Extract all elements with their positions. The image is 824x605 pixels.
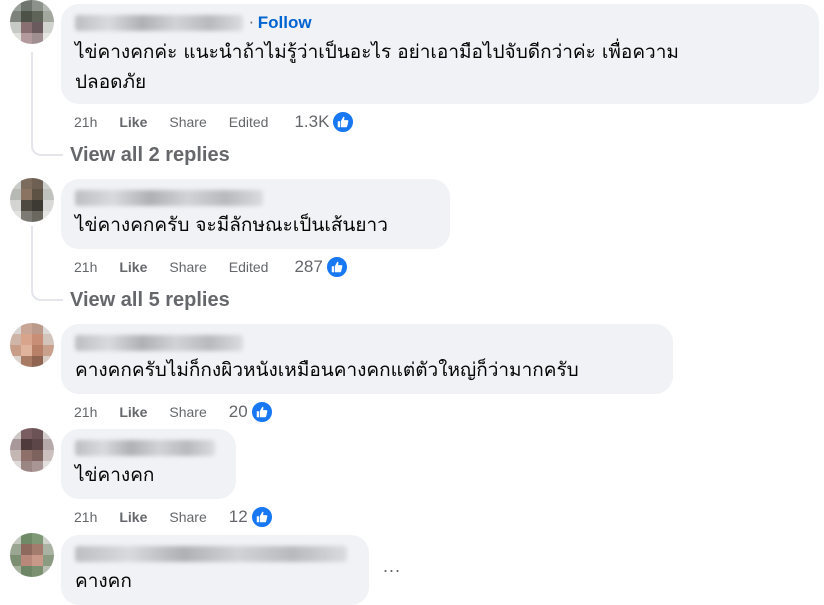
comment-text-line: คางคก bbox=[75, 570, 132, 592]
comment-header: · Follow bbox=[75, 12, 807, 33]
author-name-blurred[interactable] bbox=[75, 439, 215, 456]
thread-line bbox=[31, 52, 33, 144]
separator: · bbox=[249, 13, 254, 32]
thread-hook bbox=[31, 289, 63, 301]
comment-bubble: คางคก bbox=[61, 535, 369, 605]
share-button[interactable]: Share bbox=[169, 114, 206, 130]
comment-text: ไข่คางคกค่ะ แนะนำถ้าไม่รู้ว่าเป็นอะไร อย… bbox=[75, 37, 807, 97]
comment-header bbox=[75, 332, 661, 351]
thumbs-up-icon[interactable] bbox=[331, 110, 356, 134]
avatar[interactable] bbox=[10, 0, 54, 44]
thread-line bbox=[31, 226, 33, 289]
comment-text-line: คางคกครับไม่ก็กงผิวหนังเหมือนคางคกแต่ตัว… bbox=[75, 359, 579, 381]
comment-text-line: ไข่คางคกครับ จะมีลักษณะเป็นเส้นยาว bbox=[75, 214, 388, 236]
avatar[interactable] bbox=[10, 323, 54, 367]
thumbs-up-icon[interactable] bbox=[249, 400, 274, 424]
author-name-blurred[interactable] bbox=[75, 189, 263, 206]
share-button[interactable]: Share bbox=[169, 404, 206, 420]
thumbs-up-icon[interactable] bbox=[249, 505, 274, 529]
comment-actions: 21h Like Share 12 bbox=[74, 505, 274, 529]
avatar[interactable] bbox=[10, 533, 54, 577]
share-button[interactable]: Share bbox=[169, 509, 206, 525]
reaction-count[interactable]: 12 bbox=[229, 507, 248, 527]
comment-header bbox=[75, 437, 224, 456]
reaction-count[interactable]: 20 bbox=[229, 402, 248, 422]
comment-bubble: ไข่คางคก bbox=[61, 429, 236, 499]
view-replies-link[interactable]: View all 2 replies bbox=[70, 144, 230, 167]
like-button[interactable]: Like bbox=[119, 114, 147, 130]
comment-text: คางคก bbox=[75, 566, 357, 596]
more-options-icon[interactable]: ... bbox=[383, 556, 401, 577]
thumbs-up-icon[interactable] bbox=[324, 255, 349, 279]
thread-hook bbox=[31, 144, 63, 156]
like-button[interactable]: Like bbox=[119, 404, 147, 420]
edited-label[interactable]: Edited bbox=[229, 114, 269, 130]
share-button[interactable]: Share bbox=[169, 259, 206, 275]
comment-actions: 21h Like Share Edited 1.3K bbox=[74, 110, 356, 134]
comment-bubble: คางคกครับไม่ก็กงผิวหนังเหมือนคางคกแต่ตัว… bbox=[61, 324, 673, 394]
comment-actions: 21h Like Share 20 bbox=[74, 400, 274, 424]
like-button[interactable]: Like bbox=[119, 259, 147, 275]
comment-text-line: ไข่คางคกค่ะ แนะนำถ้าไม่รู้ว่าเป็นอะไร อย… bbox=[75, 40, 679, 63]
comment-bubble: ไข่คางคกครับ จะมีลักษณะเป็นเส้นยาว bbox=[61, 179, 450, 249]
like-button[interactable]: Like bbox=[119, 509, 147, 525]
comment-text: ไข่คางคกครับ จะมีลักษณะเป็นเส้นยาว bbox=[75, 210, 438, 240]
comment-text-line: ไข่คางคก bbox=[75, 464, 155, 486]
avatar[interactable] bbox=[10, 178, 54, 222]
comment-text: คางคกครับไม่ก็กงผิวหนังเหมือนคางคกแต่ตัว… bbox=[75, 355, 661, 385]
follow-button[interactable]: Follow bbox=[258, 13, 312, 32]
comment-actions: 21h Like Share Edited 287 bbox=[74, 255, 349, 279]
timestamp[interactable]: 21h bbox=[74, 114, 97, 130]
comment-header bbox=[75, 187, 438, 206]
author-name-blurred[interactable] bbox=[75, 334, 243, 351]
reaction-count[interactable]: 1.3K bbox=[294, 112, 329, 132]
author-name-blurred[interactable] bbox=[75, 14, 243, 31]
timestamp[interactable]: 21h bbox=[74, 259, 97, 275]
reaction-count[interactable]: 287 bbox=[294, 257, 322, 277]
author-name-blurred[interactable] bbox=[75, 545, 347, 562]
view-replies-link[interactable]: View all 5 replies bbox=[70, 289, 230, 312]
comment-text-line: ปลอดภัย bbox=[75, 70, 147, 93]
timestamp[interactable]: 21h bbox=[74, 404, 97, 420]
avatar[interactable] bbox=[10, 428, 54, 472]
edited-label[interactable]: Edited bbox=[229, 259, 269, 275]
timestamp[interactable]: 21h bbox=[74, 509, 97, 525]
comment-text: ไข่คางคก bbox=[75, 460, 224, 490]
comment-bubble: · Follow ไข่คางคกค่ะ แนะนำถ้าไม่รู้ว่าเป็… bbox=[61, 4, 819, 104]
comment-header bbox=[75, 543, 357, 562]
